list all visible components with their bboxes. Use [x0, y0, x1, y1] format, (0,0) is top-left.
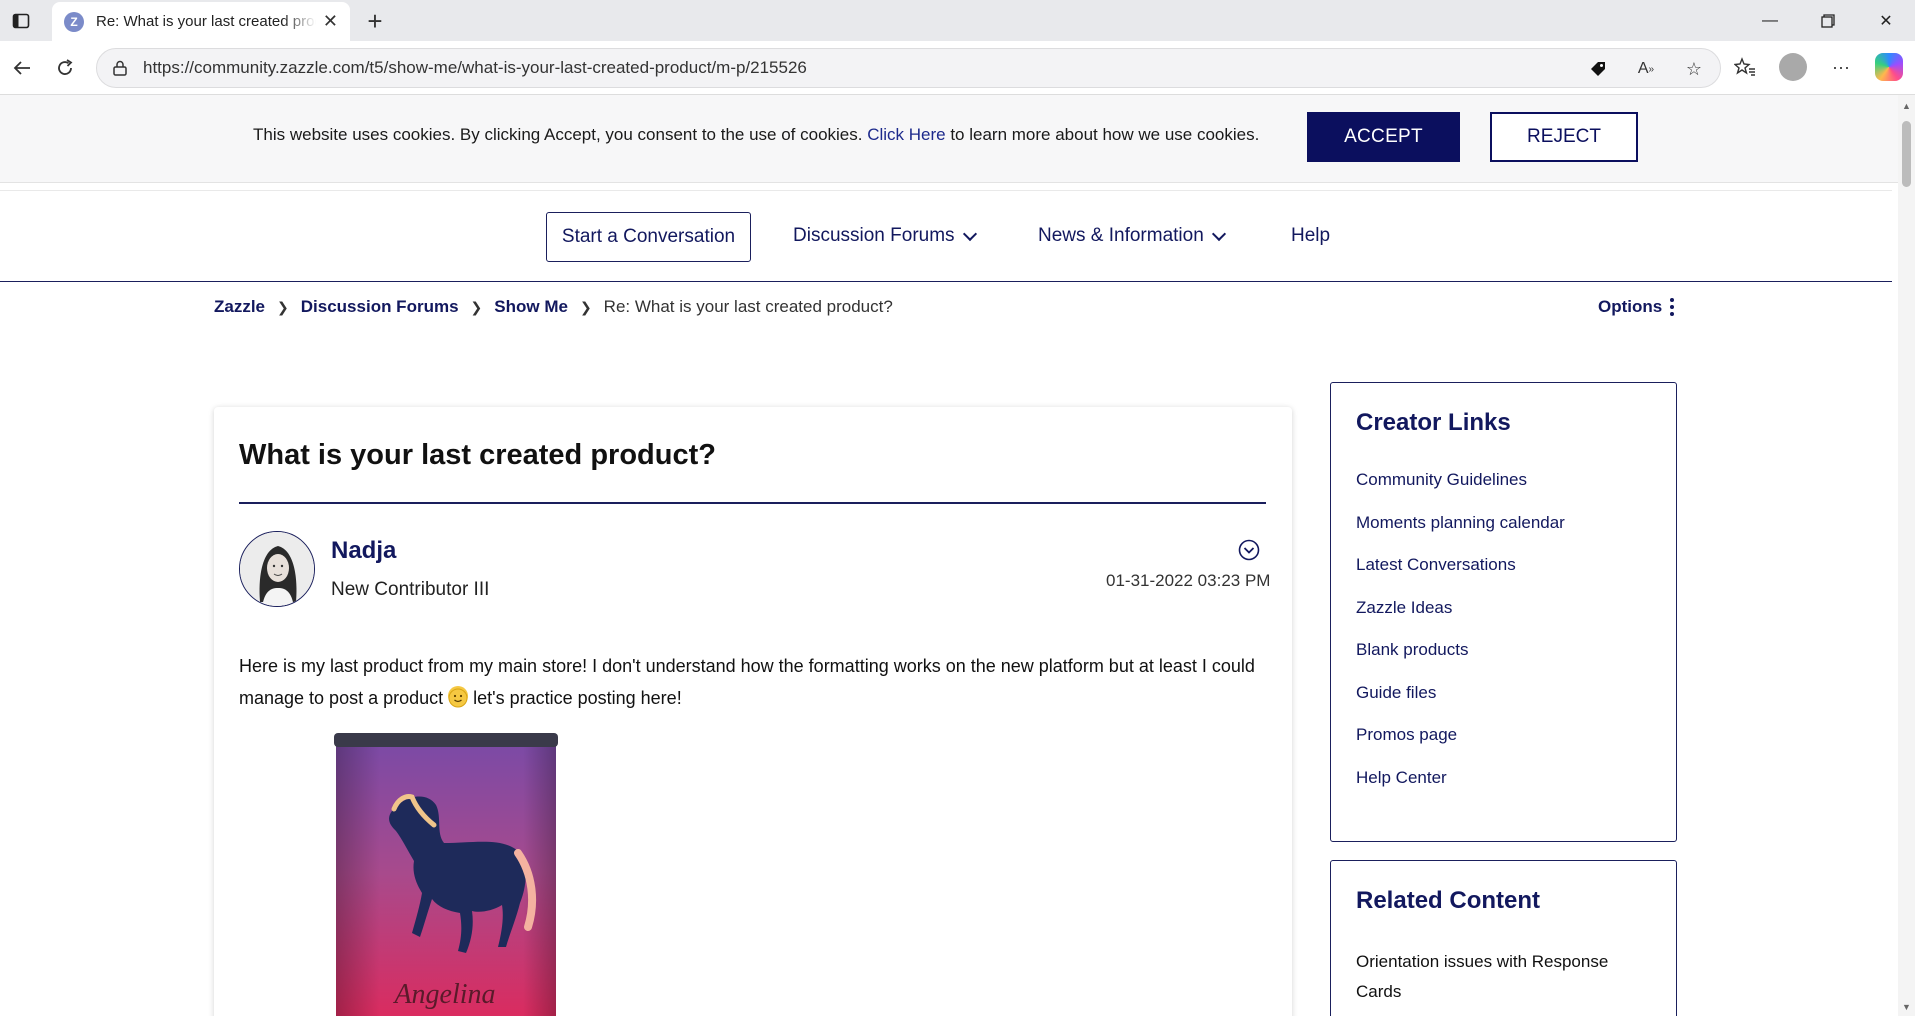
link-help-center[interactable]: Help Center	[1356, 767, 1565, 810]
more-options-icon[interactable]: ···	[1829, 55, 1853, 79]
link-community-guidelines[interactable]: Community Guidelines	[1356, 469, 1565, 512]
chevron-right-icon: ❯	[579, 298, 592, 315]
chevron-down-icon	[962, 226, 977, 241]
smiley-emoji-icon	[448, 686, 469, 708]
post-body-text-1: Here is my last product from my main sto…	[239, 656, 1255, 708]
creator-links-panel: Creator Links Community Guidelines Momen…	[1330, 382, 1677, 842]
post-date: 01-31-2022 03:23 PM	[1106, 571, 1271, 590]
reject-cookies-button[interactable]: REJECT	[1490, 112, 1638, 162]
chevron-right-icon: ❯	[277, 298, 289, 315]
page-scrollbar[interactable]: ▲ ▼	[1898, 95, 1915, 1016]
scroll-thumb[interactable]	[1902, 121, 1911, 187]
breadcrumb-discussion-forums[interactable]: Discussion Forums	[301, 297, 459, 317]
window-controls: — ✕	[1741, 0, 1915, 41]
news-information-label: News & Information	[1038, 225, 1204, 246]
minimize-icon[interactable]: —	[1741, 0, 1799, 41]
related-content-title: Related Content	[1356, 887, 1541, 914]
link-guide-files[interactable]: Guide files	[1356, 682, 1565, 725]
breadcrumb: Zazzle ❯ Discussion Forums ❯ Show Me ❯ R…	[214, 297, 893, 317]
post-body-text-2: let's practice posting here!	[468, 688, 682, 708]
community-nav: Start a Conversation Discussion Forums N…	[0, 190, 1892, 282]
post-card: What is your last created product? Nadja…	[214, 407, 1292, 1016]
profile-avatar-icon[interactable]	[1779, 53, 1807, 81]
link-zazzle-ideas[interactable]: Zazzle Ideas	[1356, 597, 1565, 640]
product-image[interactable]: Angelina	[332, 733, 558, 1016]
options-label: Options	[1598, 297, 1663, 316]
tab-close-icon[interactable]: ✕	[323, 11, 338, 32]
product-text: Angelina	[392, 979, 495, 1010]
post-body: Here is my last product from my main sto…	[239, 650, 1259, 714]
restore-icon[interactable]	[1799, 0, 1857, 41]
help-label: Help	[1291, 225, 1331, 246]
zazzle-favicon-icon: Z	[64, 11, 84, 32]
cookie-banner: This website uses cookies. By clicking A…	[0, 95, 1898, 183]
author-name[interactable]: Nadja	[331, 537, 396, 565]
scroll-up-arrow-icon[interactable]: ▲	[1902, 101, 1911, 111]
browser-toolbar: https://community.zazzle.com/t5/show-me/…	[0, 41, 1915, 95]
shopping-tag-icon[interactable]	[1586, 57, 1610, 81]
link-moments-planning-calendar[interactable]: Moments planning calendar	[1356, 512, 1565, 555]
url-text: https://community.zazzle.com/t5/show-me/…	[143, 58, 807, 77]
cookie-message: This website uses cookies. By clicking A…	[253, 125, 1259, 145]
help-link[interactable]: Help	[1291, 225, 1330, 247]
lock-icon[interactable]	[111, 59, 129, 77]
address-bar[interactable]: https://community.zazzle.com/t5/show-me/…	[96, 48, 1721, 88]
browser-tab-active[interactable]: Z Re: What is your last created product?…	[52, 2, 350, 41]
discussion-forums-label: Discussion Forums	[793, 225, 955, 246]
refresh-icon[interactable]	[51, 54, 79, 82]
related-content-item[interactable]: Orientation issues with Response Cards	[1356, 947, 1646, 1007]
related-content-panel: Related Content Orientation issues with …	[1330, 860, 1677, 1016]
close-window-icon[interactable]: ✕	[1857, 0, 1915, 41]
title-divider	[239, 502, 1266, 504]
breadcrumb-current: Re: What is your last created product?	[603, 297, 893, 316]
link-blank-products[interactable]: Blank products	[1356, 639, 1565, 682]
author-rank: New Contributor III	[331, 579, 490, 600]
start-conversation-button[interactable]: Start a Conversation	[546, 212, 751, 262]
post-options-chevron-icon[interactable]	[1238, 539, 1260, 561]
favorites-list-icon[interactable]	[1733, 55, 1757, 79]
chevron-right-icon: ❯	[470, 298, 483, 315]
link-promos-page[interactable]: Promos page	[1356, 724, 1565, 767]
author-avatar[interactable]	[239, 531, 315, 607]
cookie-text-end: to learn more about how we use cookies.	[945, 125, 1260, 144]
creator-links-list: Community Guidelines Moments planning ca…	[1356, 469, 1565, 809]
cookie-text-start: This website uses cookies. By clicking A…	[253, 125, 868, 144]
link-latest-conversations[interactable]: Latest Conversations	[1356, 554, 1565, 597]
breadcrumb-show-me[interactable]: Show Me	[494, 297, 568, 317]
tab-actions-icon[interactable]	[8, 8, 34, 34]
cookie-learn-more-link[interactable]: Click Here	[867, 125, 945, 144]
accept-cookies-button[interactable]: ACCEPT	[1307, 112, 1460, 162]
news-information-menu[interactable]: News & Information	[1038, 225, 1226, 247]
read-aloud-icon[interactable]: A»	[1634, 57, 1658, 81]
chevron-down-icon	[1211, 226, 1226, 241]
favorite-star-icon[interactable]: ☆	[1682, 57, 1706, 81]
browser-tab-bar: Z Re: What is your last created product?…	[0, 0, 1915, 41]
breadcrumb-zazzle[interactable]: Zazzle	[214, 297, 265, 317]
discussion-forums-menu[interactable]: Discussion Forums	[793, 225, 977, 247]
tab-title: Re: What is your last created product?	[96, 13, 316, 30]
options-menu[interactable]: Options	[1598, 297, 1675, 317]
back-arrow-icon[interactable]	[8, 54, 36, 82]
new-tab-icon[interactable]: +	[360, 6, 390, 37]
kebab-menu-icon	[1670, 298, 1675, 316]
creator-links-title: Creator Links	[1356, 409, 1511, 436]
scroll-down-arrow-icon[interactable]: ▼	[1902, 1002, 1911, 1012]
post-title: What is your last created product?	[239, 439, 716, 471]
copilot-icon[interactable]	[1875, 53, 1903, 81]
